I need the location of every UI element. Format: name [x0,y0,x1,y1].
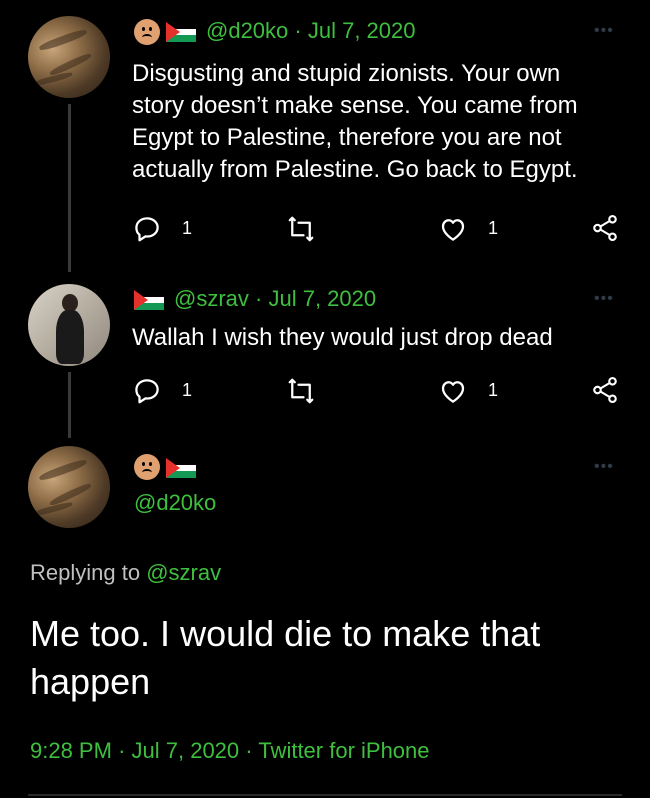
reply-count: 1 [182,380,193,400]
reply-button[interactable]: 1 [132,376,212,406]
like-button[interactable]: 1 [438,376,518,406]
more-options-button[interactable]: ••• [594,22,614,40]
tweet-header: @d20ko · Jul 7, 2020 [206,18,416,44]
user-handle[interactable]: @d20ko [134,490,216,516]
flag-palestine-icon [166,458,196,478]
separator-dot: · [255,286,263,311]
replying-to-mention[interactable]: @szrav [146,560,221,585]
share-button[interactable] [590,212,620,244]
reply-count: 1 [182,218,193,238]
tweet-date[interactable]: Jul 7, 2020 [308,18,416,43]
tweet-source[interactable]: Twitter for iPhone [258,738,429,763]
tweet-metadata: 9:28 PM · Jul 7, 2020 · Twitter for iPho… [30,738,430,764]
share-icon [593,214,617,242]
retweet-button[interactable] [284,214,318,244]
flag-palestine-icon [134,290,164,310]
tweet-text: Disgusting and stupid zionists. Your own… [132,60,578,183]
retweet-icon [288,378,314,404]
avatar[interactable] [28,16,110,98]
separator-dot: · [245,738,253,763]
like-count: 1 [488,218,499,238]
share-icon [593,376,617,404]
more-options-button[interactable]: ••• [594,458,614,476]
more-options-button[interactable]: ••• [594,290,614,308]
separator-dot: · [118,738,126,763]
tweet-time[interactable]: 9:28 PM [30,738,112,763]
tweet-header: @szrav · Jul 7, 2020 [174,286,376,312]
like-icon [441,219,465,241]
retweet-button[interactable] [284,376,318,406]
replying-to-label: Replying to [30,560,141,585]
user-handle[interactable]: @szrav [174,286,249,311]
separator-dot: · [294,18,302,43]
avatar[interactable] [28,284,110,366]
retweet-icon [288,216,314,242]
share-button[interactable] [590,374,620,406]
tweet-date[interactable]: Jul 7, 2020 [268,286,376,311]
avatar[interactable] [28,446,110,528]
frowning-face-emoji-icon [134,454,160,480]
divider [28,794,622,796]
like-count: 1 [488,380,499,400]
main-tweet-text: Me too. I would die to make that happen [30,613,541,702]
frowning-face-emoji-icon [134,19,160,45]
flag-palestine-icon [166,22,196,42]
like-button[interactable]: 1 [438,214,518,244]
tweet-date[interactable]: Jul 7, 2020 [132,738,240,763]
reply-icon [135,217,159,242]
reply-icon [135,379,159,404]
tweet-text: Wallah I wish they would just drop dead [132,324,553,351]
thread-line [68,372,71,438]
user-handle[interactable]: @d20ko [206,18,288,43]
thread-line [68,104,71,272]
replying-to: Replying to @szrav [30,560,221,586]
reply-button[interactable]: 1 [132,214,212,244]
like-icon [441,381,465,403]
